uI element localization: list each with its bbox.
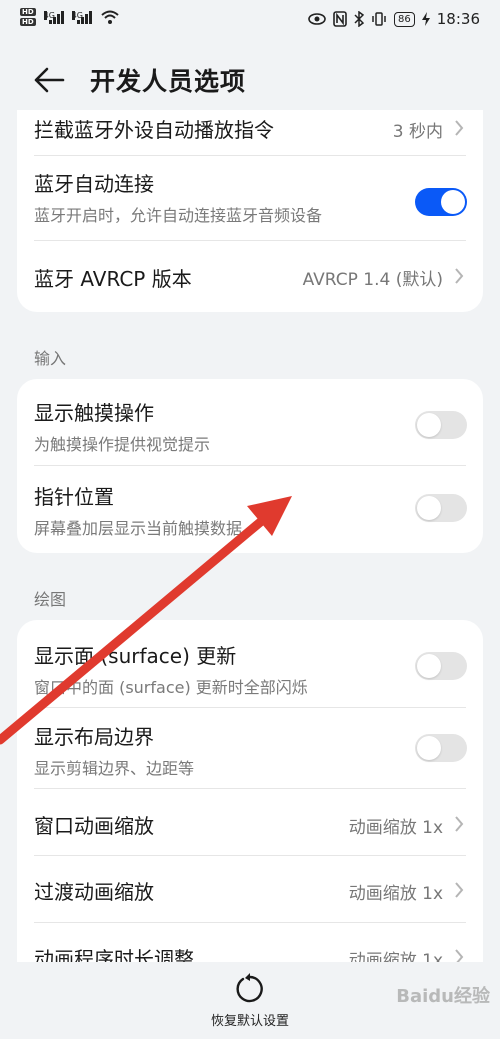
bluetooth-auto-connect-title: 蓝牙自动连接 (34, 172, 154, 196)
chevron-right-icon (455, 268, 464, 284)
intercept-bluetooth-title: 拦截蓝牙外设自动播放指令 (34, 118, 274, 142)
bluetooth-auto-connect-subtitle: 蓝牙开启时，允许自动连接蓝牙音频设备 (34, 206, 323, 225)
vibrate-icon (372, 12, 386, 26)
back-button[interactable] (30, 60, 70, 100)
status-bar: HD HD 4G 4G 86 18:36 (0, 0, 500, 42)
window-animation-scale-row[interactable]: 窗口动画缩放 动画缩放 1x (17, 789, 483, 855)
nfc-icon (333, 11, 347, 27)
section-label-input: 输入 (34, 349, 67, 368)
chevron-right-icon (455, 120, 464, 136)
bluetooth-icon (354, 11, 365, 27)
battery-indicator: 86 (394, 11, 415, 27)
show-layout-bounds-toggle[interactable] (415, 734, 467, 762)
window-animation-scale-value: 动画缩放 1x (348, 818, 443, 838)
bluetooth-auto-connect-toggle[interactable] (415, 188, 467, 216)
pointer-location-toggle[interactable] (415, 494, 467, 522)
chevron-right-icon (455, 882, 464, 898)
show-surface-updates-toggle[interactable] (415, 652, 467, 680)
avrcp-version-title: 蓝牙 AVRCP 版本 (34, 267, 192, 291)
animator-duration-scale-title: 动画程序时长调整 (34, 947, 194, 962)
avrcp-version-row[interactable]: 蓝牙 AVRCP 版本 AVRCP 1.4 (默认) (17, 241, 483, 312)
back-arrow-icon (34, 67, 65, 93)
show-layout-bounds-subtitle: 显示剪辑边界、边距等 (34, 759, 195, 778)
window-animation-scale-title: 窗口动画缩放 (34, 814, 154, 838)
bluetooth-card: 拦截蓝牙外设自动播放指令 3 秒内 蓝牙自动连接 蓝牙开启时，允许自动连接蓝牙音… (17, 110, 483, 312)
animator-duration-scale-row[interactable]: 动画程序时长调整 动画缩放 1x (17, 923, 483, 962)
signal-icon-2: 4G (71, 10, 92, 24)
status-right: 86 18:36 (308, 10, 480, 28)
chevron-right-icon (455, 816, 464, 832)
reset-defaults-label: 恢复默认设置 (210, 1014, 289, 1029)
show-touches-toggle[interactable] (415, 411, 467, 439)
hd-badge-2: HD (20, 18, 36, 26)
transition-animation-scale-title: 过渡动画缩放 (34, 880, 154, 904)
wifi-icon (101, 10, 119, 24)
show-touches-row[interactable]: 显示触摸操作 为触摸操作提供视觉提示 (17, 379, 483, 465)
bluetooth-auto-connect-row[interactable]: 蓝牙自动连接 蓝牙开启时，允许自动连接蓝牙音频设备 (17, 156, 483, 240)
status-left: HD HD 4G 4G (20, 8, 120, 26)
chevron-right-icon (455, 949, 464, 962)
eye-icon (308, 13, 326, 25)
show-layout-bounds-row[interactable]: 显示布局边界 显示剪辑边界、边距等 (17, 708, 483, 788)
intercept-bluetooth-row[interactable]: 拦截蓝牙外设自动播放指令 3 秒内 (17, 110, 483, 150)
section-label-drawing: 绘图 (34, 590, 67, 609)
show-touches-title: 显示触摸操作 (34, 401, 154, 425)
reset-defaults-button[interactable]: 恢复默认设置 (190, 962, 310, 1037)
pointer-location-title: 指针位置 (34, 485, 114, 509)
app-bar: 开发人员选项 (0, 50, 500, 110)
settings-list[interactable]: 拦截蓝牙外设自动播放指令 3 秒内 蓝牙自动连接 蓝牙开启时，允许自动连接蓝牙音… (0, 110, 500, 962)
transition-animation-scale-row[interactable]: 过渡动画缩放 动画缩放 1x (17, 856, 483, 922)
signal-icon-1: 4G (43, 10, 64, 24)
transition-animation-scale-value: 动画缩放 1x (348, 884, 443, 904)
show-surface-updates-title: 显示面 (surface) 更新 (34, 644, 237, 668)
show-touches-subtitle: 为触摸操作提供视觉提示 (34, 435, 211, 454)
baidu-watermark: Baidu经验 (396, 986, 490, 1007)
input-card: 显示触摸操作 为触摸操作提供视觉提示 指针位置 屏幕叠加层显示当前触摸数据 (17, 379, 483, 553)
show-surface-updates-subtitle: 窗口中的面 (surface) 更新时全部闪烁 (34, 678, 308, 697)
clock: 18:36 (436, 10, 480, 28)
pointer-location-row[interactable]: 指针位置 屏幕叠加层显示当前触摸数据 (17, 466, 483, 553)
charging-icon (421, 12, 430, 26)
reset-icon (236, 973, 263, 1003)
bottom-bar: 恢复默认设置 Baidu经验 (0, 962, 500, 1039)
page-title: 开发人员选项 (90, 67, 247, 96)
intercept-bluetooth-value: 3 秒内 (392, 122, 443, 142)
show-layout-bounds-title: 显示布局边界 (34, 725, 154, 749)
drawing-card: 显示面 (surface) 更新 窗口中的面 (surface) 更新时全部闪烁… (17, 620, 483, 962)
pointer-location-subtitle: 屏幕叠加层显示当前触摸数据 (34, 519, 243, 538)
avrcp-version-value: AVRCP 1.4 (默认) (302, 270, 443, 290)
animator-duration-scale-value: 动画缩放 1x (348, 951, 443, 962)
hd-badge-1: HD (20, 8, 36, 16)
show-surface-updates-row[interactable]: 显示面 (surface) 更新 窗口中的面 (surface) 更新时全部闪烁 (17, 620, 483, 706)
